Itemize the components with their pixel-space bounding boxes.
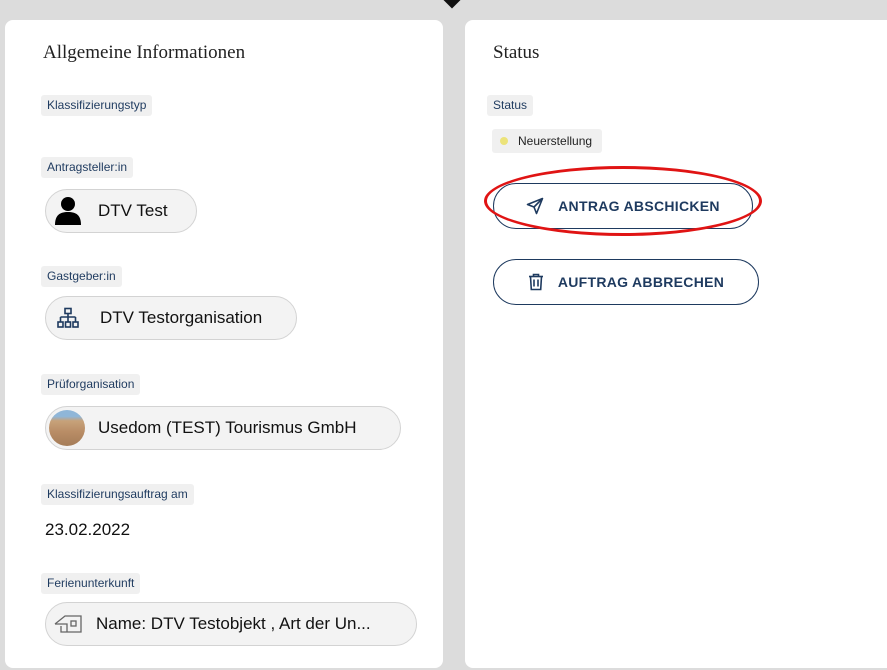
submit-application-button[interactable]: ANTRAG ABSCHICKEN — [493, 183, 753, 229]
accommodation-chip[interactable]: Name: DTV Testobjekt , Art der Un... — [45, 602, 417, 646]
status-value: Neuerstellung — [518, 134, 593, 148]
trash-icon — [528, 273, 544, 291]
order-date: 23.02.2022 — [45, 520, 131, 539]
applicant-chip[interactable]: DTV Test — [45, 189, 197, 233]
inspector-label: Prüforganisation — [41, 374, 141, 395]
host-name: DTV Testorganisation — [100, 308, 263, 327]
organization-avatar — [49, 410, 85, 446]
status-card: Status Status Neuerstellung ANTRAG ABSCH… — [465, 20, 887, 668]
classification-type-label: Klassifizierungstyp — [41, 95, 153, 116]
cancel-order-label: AUFTRAG ABBRECHEN — [557, 274, 725, 290]
pointer-marker — [443, 0, 461, 9]
inspector-chip[interactable]: Usedom (TEST) Tourismus GmbH — [45, 406, 401, 450]
status-title: Status — [493, 42, 540, 63]
applicant-label: Antragsteller:in — [41, 157, 134, 178]
accommodation-label: Ferienunterkunft — [41, 573, 141, 594]
host-chip[interactable]: DTV Testorganisation — [45, 296, 297, 340]
general-info-card: Allgemeine Informationen Klassifizierung… — [5, 20, 443, 668]
applicant-name: DTV Test — [98, 201, 168, 220]
status-dot-icon — [500, 137, 508, 145]
order-date-label: Klassifizierungsauftrag am — [41, 484, 194, 505]
inspector-name: Usedom (TEST) Tourismus GmbH — [98, 418, 357, 437]
submit-application-label: ANTRAG ABSCHICKEN — [558, 198, 720, 214]
general-info-title: Allgemeine Informationen — [43, 42, 246, 63]
person-icon — [50, 193, 86, 229]
status-label: Status — [487, 95, 534, 116]
paper-plane-icon — [526, 197, 544, 215]
status-badge: Neuerstellung — [492, 129, 603, 153]
cancel-order-button[interactable]: AUFTRAG ABBRECHEN — [493, 259, 759, 305]
accommodation-name: Name: DTV Testobjekt , Art der Un... — [96, 614, 371, 633]
house-icon — [50, 606, 86, 642]
org-chart-icon — [50, 300, 86, 336]
host-label: Gastgeber:in — [41, 266, 122, 287]
